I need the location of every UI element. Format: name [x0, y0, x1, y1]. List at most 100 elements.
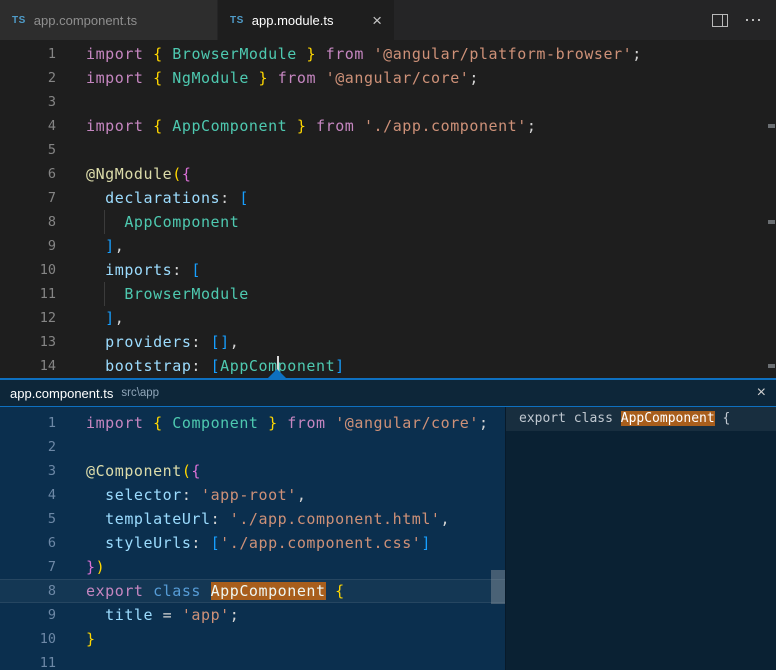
line-number[interactable]: 4 — [0, 114, 56, 138]
code-text: templateUrl: './app.component.html', — [56, 507, 450, 531]
line-number[interactable]: 5 — [0, 138, 56, 162]
code-line[interactable]: 2import { NgModule } from '@angular/core… — [0, 66, 776, 90]
line-number[interactable]: 6 — [0, 531, 56, 555]
code-line[interactable]: 7 declarations: [ — [0, 186, 776, 210]
code-line[interactable]: 6 styleUrls: ['./app.component.css'] — [0, 531, 505, 555]
line-number[interactable]: 14 — [0, 354, 56, 378]
tab-bar: TS app.component.ts TS app.module.ts × ⋯ — [0, 0, 776, 40]
code-line[interactable]: 14 bootstrap: [AppComponent] — [0, 354, 776, 378]
code-line[interactable]: 4import { AppComponent } from './app.com… — [0, 114, 776, 138]
peek-definition-widget: app.component.ts src\app × 1import { Com… — [0, 378, 776, 670]
line-number[interactable]: 12 — [0, 306, 56, 330]
code-text — [56, 138, 86, 162]
code-text: styleUrls: ['./app.component.css'] — [56, 531, 431, 555]
close-tab-icon[interactable]: × — [372, 12, 382, 29]
code-text: AppComponent — [56, 210, 239, 234]
line-number[interactable]: 9 — [0, 603, 56, 627]
vscode-window: TS app.component.ts TS app.module.ts × ⋯… — [0, 0, 776, 670]
line-number[interactable]: 3 — [0, 459, 56, 483]
code-text: import { NgModule } from '@angular/core'… — [56, 66, 479, 90]
code-line[interactable]: 4 selector: 'app-root', — [0, 483, 505, 507]
code-line[interactable]: 10 imports: [ — [0, 258, 776, 282]
code-text: declarations: [ — [56, 186, 249, 210]
line-number[interactable]: 1 — [0, 411, 56, 435]
line-number[interactable]: 5 — [0, 507, 56, 531]
peek-header[interactable]: app.component.ts src\app × — [0, 380, 776, 407]
peek-scrollbar-thumb[interactable] — [491, 570, 505, 604]
peek-editor[interactable]: 1import { Component } from '@angular/cor… — [0, 407, 505, 670]
line-number[interactable]: 4 — [0, 483, 56, 507]
code-line[interactable]: 2 — [0, 435, 505, 459]
line-number[interactable]: 7 — [0, 555, 56, 579]
code-text — [56, 90, 86, 114]
reference-item[interactable]: export class AppComponent { — [506, 407, 776, 431]
code-line[interactable]: 11 — [0, 651, 505, 670]
tab-app-component-ts[interactable]: TS app.component.ts — [0, 0, 218, 40]
code-text — [56, 435, 86, 459]
code-text: ], — [56, 306, 124, 330]
code-text: import { BrowserModule } from '@angular/… — [56, 42, 642, 66]
line-number[interactable]: 8 — [0, 579, 56, 603]
typescript-file-icon: TS — [230, 15, 244, 26]
typescript-file-icon: TS — [12, 15, 26, 26]
code-line[interactable]: 5 templateUrl: './app.component.html', — [0, 507, 505, 531]
code-line[interactable]: 7}) — [0, 555, 505, 579]
peek-arrow — [268, 369, 286, 378]
code-line[interactable]: 8export class AppComponent { — [0, 579, 505, 603]
line-number[interactable]: 10 — [0, 627, 56, 651]
code-text: providers: [], — [56, 330, 239, 354]
code-text: BrowserModule — [56, 282, 249, 306]
main-editor[interactable]: 1import { BrowserModule } from '@angular… — [0, 40, 776, 378]
editor-actions: ⋯ — [712, 0, 776, 40]
code-text: import { AppComponent } from './app.comp… — [56, 114, 536, 138]
peek-close-icon[interactable]: × — [757, 385, 766, 401]
code-text: }) — [56, 555, 105, 579]
line-number[interactable]: 11 — [0, 651, 56, 670]
code-line[interactable]: 6@NgModule({ — [0, 162, 776, 186]
code-line[interactable]: 9 title = 'app'; — [0, 603, 505, 627]
line-number[interactable]: 2 — [0, 435, 56, 459]
tab-label: app.module.ts — [252, 13, 334, 28]
line-number[interactable]: 13 — [0, 330, 56, 354]
overview-ruler-mark — [768, 124, 775, 128]
code-text: } — [56, 627, 96, 651]
code-text — [56, 651, 86, 670]
line-number[interactable]: 10 — [0, 258, 56, 282]
split-editor-icon[interactable] — [712, 14, 728, 27]
code-text: @NgModule({ — [56, 162, 191, 186]
more-actions-icon[interactable]: ⋯ — [744, 11, 762, 29]
code-line[interactable]: 9 ], — [0, 234, 776, 258]
line-number[interactable]: 7 — [0, 186, 56, 210]
line-number[interactable]: 3 — [0, 90, 56, 114]
code-line[interactable]: 13 providers: [], — [0, 330, 776, 354]
line-number[interactable]: 9 — [0, 234, 56, 258]
code-text: selector: 'app-root', — [56, 483, 306, 507]
code-line[interactable]: 1import { Component } from '@angular/cor… — [0, 411, 505, 435]
code-line[interactable]: 8 AppComponent — [0, 210, 776, 234]
code-text: @Component({ — [56, 459, 201, 483]
peek-results-list: export class AppComponent { — [505, 407, 776, 670]
code-line[interactable]: 3@Component({ — [0, 459, 505, 483]
code-line[interactable]: 12 ], — [0, 306, 776, 330]
line-number[interactable]: 11 — [0, 282, 56, 306]
code-line[interactable]: 5 — [0, 138, 776, 162]
line-number[interactable]: 8 — [0, 210, 56, 234]
tab-label: app.component.ts — [34, 13, 137, 28]
peek-file-path: src\app — [121, 387, 159, 399]
code-line[interactable]: 1import { BrowserModule } from '@angular… — [0, 42, 776, 66]
code-text: import { Component } from '@angular/core… — [56, 411, 489, 435]
code-line[interactable]: 11 BrowserModule — [0, 282, 776, 306]
code-line[interactable]: 3 — [0, 90, 776, 114]
indent-guide — [104, 282, 105, 306]
code-text: title = 'app'; — [56, 603, 239, 627]
code-text: ], — [56, 234, 124, 258]
code-text: export class AppComponent { — [56, 579, 345, 603]
code-text: imports: [ — [56, 258, 201, 282]
tab-app-module-ts[interactable]: TS app.module.ts × — [218, 0, 394, 40]
overview-ruler-mark — [768, 220, 775, 224]
line-number[interactable]: 1 — [0, 42, 56, 66]
code-line[interactable]: 10} — [0, 627, 505, 651]
line-number[interactable]: 2 — [0, 66, 56, 90]
code-text: bootstrap: [AppComponent] — [56, 354, 345, 378]
line-number[interactable]: 6 — [0, 162, 56, 186]
